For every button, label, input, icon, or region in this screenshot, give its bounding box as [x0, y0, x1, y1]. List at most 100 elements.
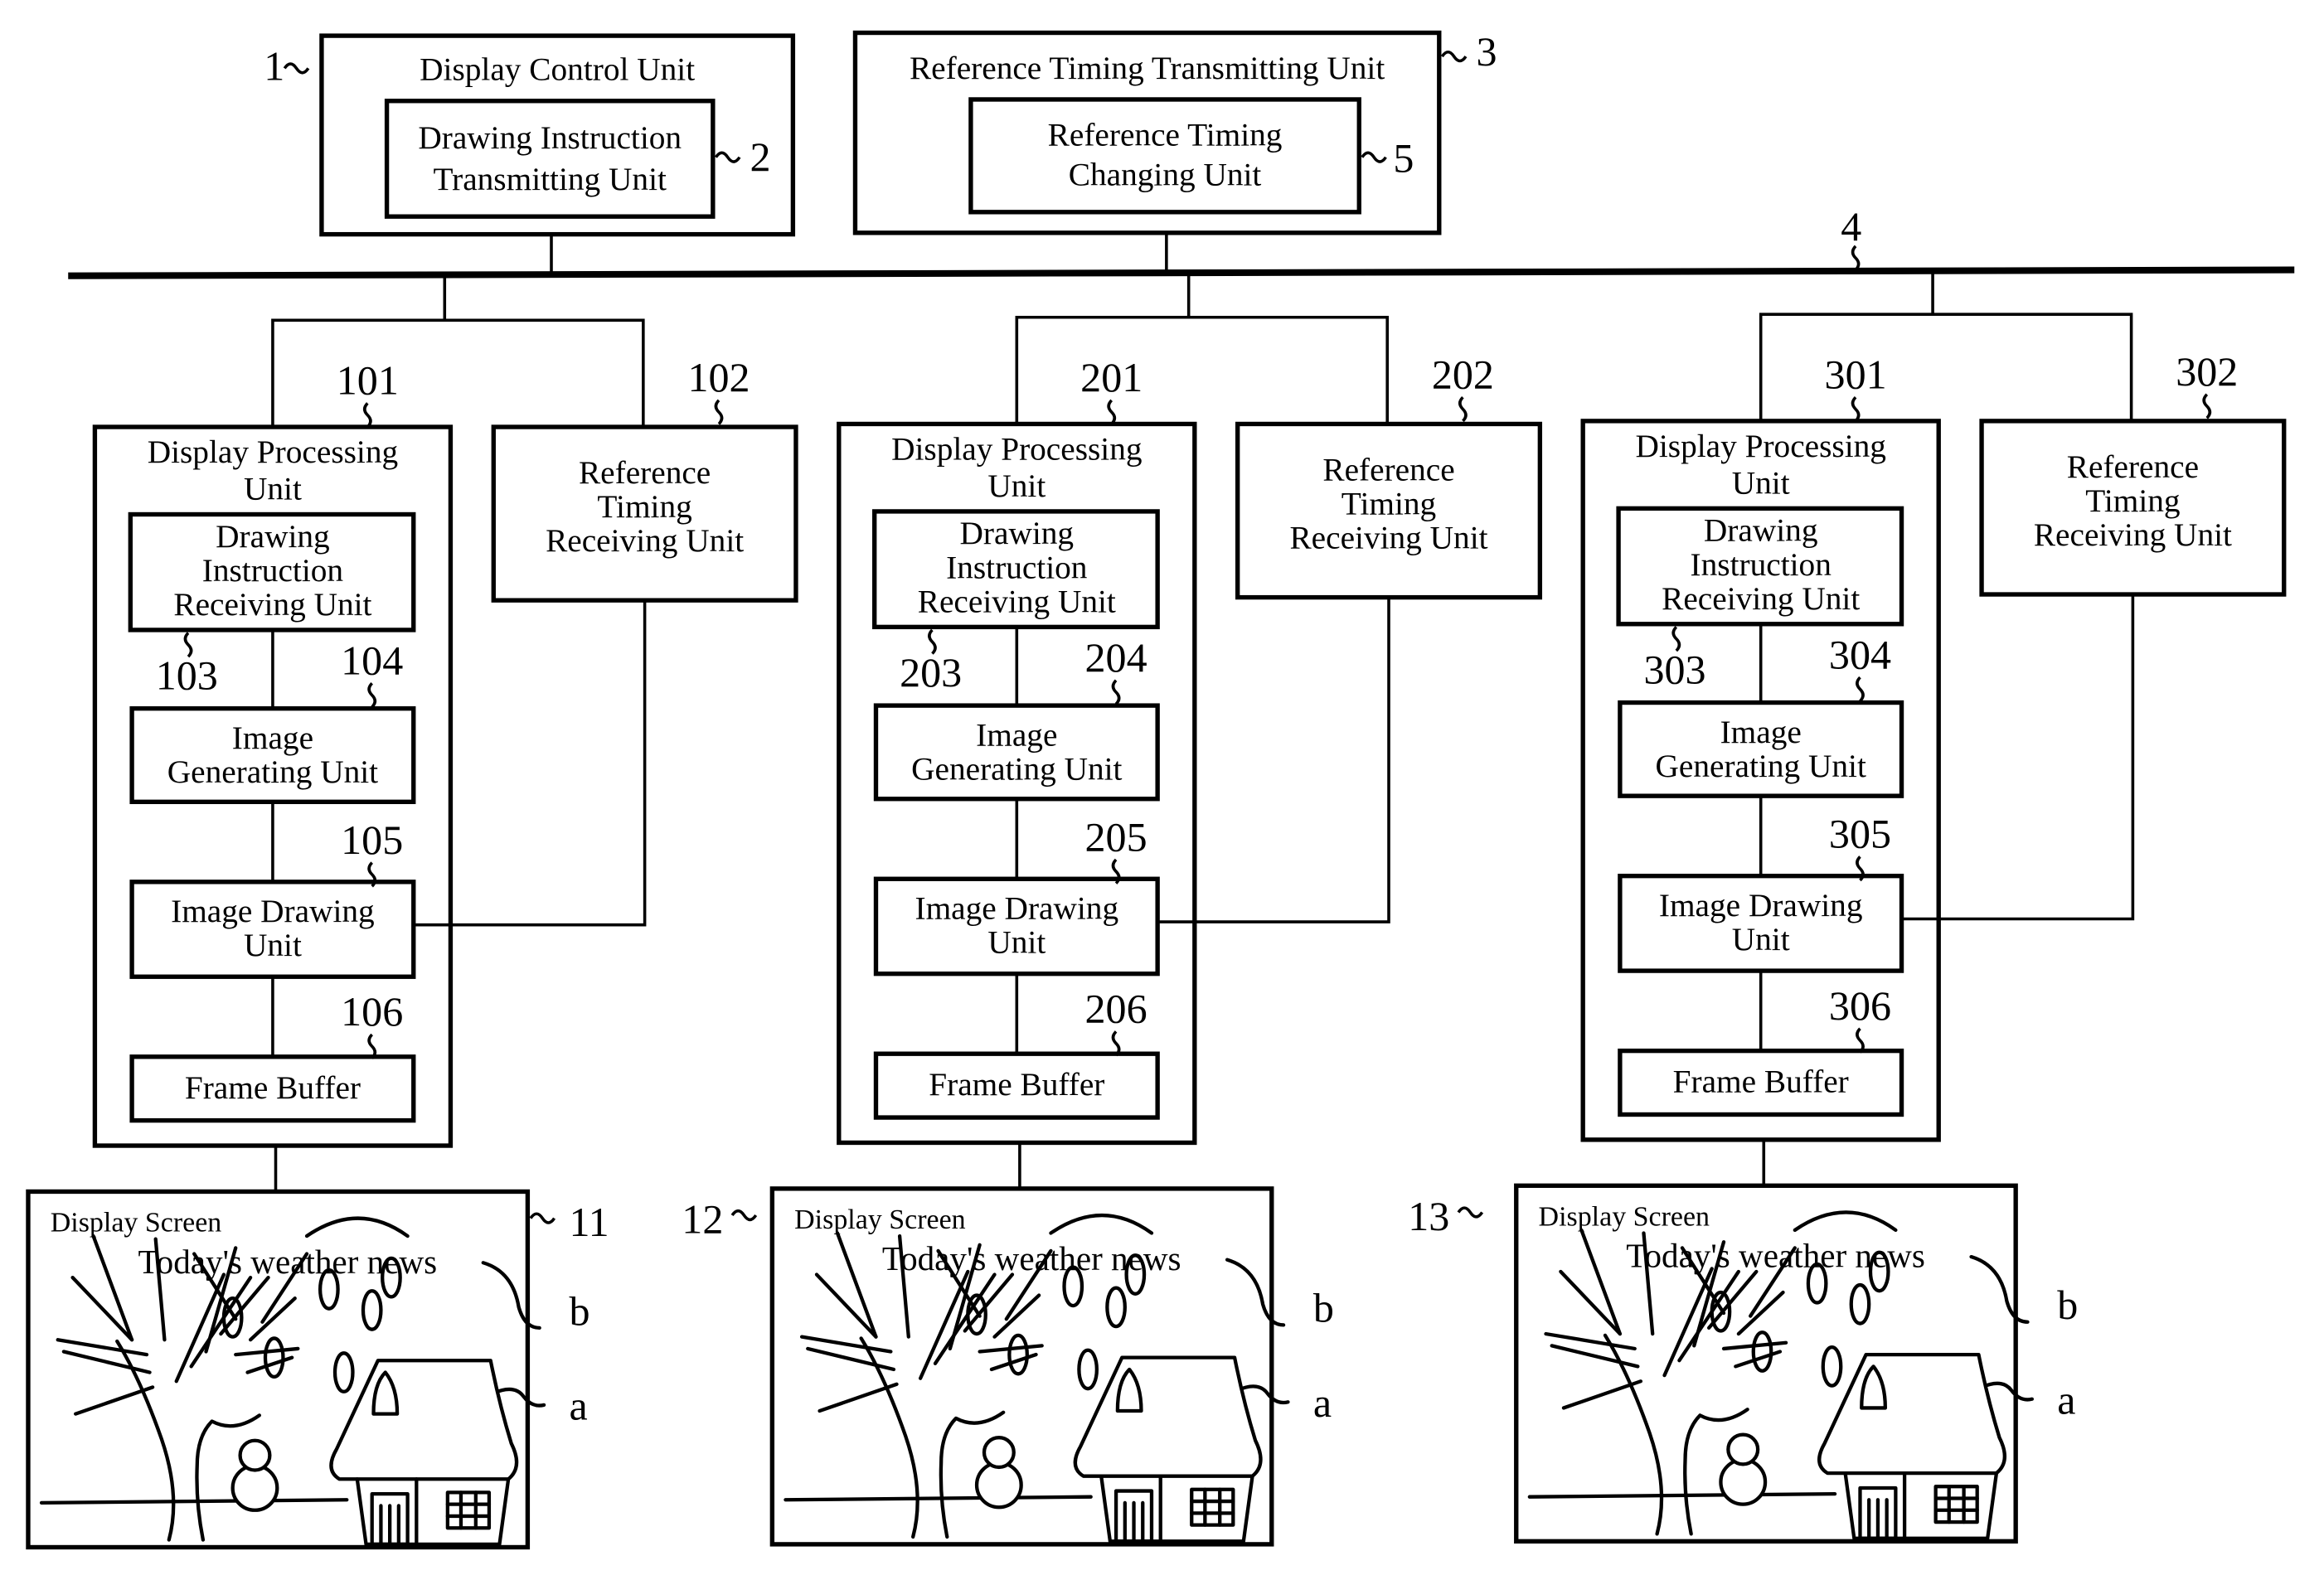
display-screen-title: Display Screen: [51, 1208, 222, 1238]
reference-timing-receiving-unit-label-3: Receiving Unit: [546, 522, 744, 559]
ref-4: 4: [1841, 203, 1861, 250]
branch-connector: [271, 318, 645, 428]
reference-timing-receiving-unit-label-2: Timing: [2085, 482, 2180, 519]
dpu-ref-number: 301: [1825, 351, 1887, 398]
snowman-body: [230, 1464, 279, 1512]
drawing-instruction-receiving-unit-label-3: Receiving Unit: [918, 583, 1116, 619]
rtr-ref-number: 302: [2176, 348, 2238, 395]
dpu-leader: [362, 402, 372, 429]
fb-ref-number: 106: [341, 988, 403, 1035]
drawing-instruction-receiving-unit-label-2: Instruction: [202, 552, 344, 589]
fb-ref-number: 306: [1829, 982, 1891, 1029]
reference-timing-changing-unit-label-1: Reference Timing: [1048, 116, 1283, 153]
rtr-ref-number: 202: [1432, 351, 1494, 398]
system-block-diagram: Display Control Unit 1 Drawing Instructi…: [26, 28, 2295, 1550]
drawing-instruction-receiving-unit-label-1: Drawing: [960, 515, 1075, 551]
label-b: b: [2057, 1282, 2078, 1328]
label-a: a: [569, 1383, 587, 1429]
label-b: b: [1313, 1285, 1334, 1331]
ref-1: 1: [264, 43, 284, 90]
drawing-instruction-receiving-unit-label-2: Instruction: [1691, 546, 1832, 583]
image-generating-unit-label-2: Generating Unit: [911, 750, 1122, 787]
dpu-ref-number: 101: [337, 357, 399, 404]
ref-3: 3: [1476, 28, 1497, 75]
image-drawing-unit-label-2: Unit: [987, 924, 1046, 961]
display-control-unit-label: Display Control Unit: [420, 51, 695, 88]
igu-ref-number: 304: [1829, 631, 1891, 677]
label-a: a: [2057, 1377, 2075, 1423]
ref-2: 2: [750, 133, 771, 180]
display-control-unit: Display Control Unit 1 Drawing Instructi…: [264, 33, 796, 237]
label-b: b: [569, 1287, 589, 1334]
display-processing-unit-label-2: Unit: [1732, 464, 1790, 501]
dpu-leader: [1851, 396, 1861, 423]
dir-ref-number: 303: [1643, 646, 1705, 692]
reference-timing-receiving-unit-label-2: Timing: [1342, 486, 1436, 522]
image-drawing-unit-label-1: Image Drawing: [1659, 887, 1863, 923]
reference-timing-transmitting-unit: Reference Timing Transmitting Unit 3 Ref…: [852, 28, 1497, 235]
network-bus: [68, 266, 2295, 279]
screen-ref-number: 12: [682, 1196, 723, 1243]
drawing-instruction-receiving-unit-label-2: Instruction: [946, 549, 1088, 585]
fb-ref-number: 206: [1085, 986, 1147, 1032]
image-drawing-unit-label-2: Unit: [1732, 921, 1790, 957]
reference-timing-receiving-unit-label-3: Receiving Unit: [2034, 516, 2232, 553]
display-processing-unit-label-2: Unit: [244, 471, 302, 507]
headline-text-b: Today's weather news: [1626, 1237, 1925, 1275]
leader-4: [1851, 245, 1861, 271]
snowman-head: [1726, 1432, 1760, 1466]
drawing-instruction-receiving-unit-label-3: Receiving Unit: [1662, 580, 1860, 617]
headline-text-b: Today's weather news: [882, 1239, 1181, 1277]
branch-connector: [1015, 315, 1390, 424]
display-processing-unit-label-2: Unit: [987, 468, 1046, 504]
frame-buffer-label: Frame Buffer: [185, 1069, 361, 1106]
reference-timing-receiving-unit-label-3: Receiving Unit: [1289, 520, 1487, 556]
column-1: Display ProcessingUnit101ReferenceTiming…: [26, 275, 798, 1550]
ref-5: 5: [1393, 135, 1414, 182]
headline-text-b: Today's weather news: [138, 1243, 437, 1281]
frame-buffer-label: Frame Buffer: [929, 1066, 1104, 1103]
reference-timing-transmitting-unit-label: Reference Timing Transmitting Unit: [910, 50, 1385, 86]
igu-ref-number: 204: [1085, 634, 1147, 681]
idu-ref-number: 305: [1829, 811, 1891, 857]
drawing-instruction-transmitting-unit-box: [384, 99, 716, 219]
idu-ref-number: 105: [341, 817, 403, 863]
image-drawing-unit-label-1: Image Drawing: [171, 893, 375, 929]
drawing-instruction-transmitting-unit-label-2: Transmitting Unit: [433, 161, 667, 197]
snowman-head: [982, 1436, 1016, 1470]
image-generating-unit-label-2: Generating Unit: [1656, 748, 1866, 784]
image-generating-unit-label-1: Image: [976, 716, 1057, 753]
reference-timing-receiving-unit-label-1: Reference: [579, 454, 711, 491]
display-screen-title: Display Screen: [794, 1204, 966, 1235]
idu-ref-number: 205: [1085, 813, 1147, 860]
display-screen-title: Display Screen: [1539, 1202, 1710, 1233]
display-processing-unit-label-1: Display Processing: [148, 434, 398, 470]
reference-timing-receiving-unit-label-1: Reference: [2067, 448, 2199, 485]
image-generating-unit-label-1: Image: [232, 720, 313, 756]
drawing-instruction-transmitting-unit-label-1: Drawing Instruction: [418, 119, 682, 156]
screen-ref-number: 11: [569, 1199, 609, 1245]
display-processing-unit-label-1: Display Processing: [891, 430, 1142, 467]
igu-ref-number: 104: [341, 637, 403, 684]
leader-3: [1440, 51, 1468, 63]
snowman-head: [238, 1438, 272, 1472]
screen-ref-number: 13: [1408, 1193, 1449, 1239]
snowman-body: [1719, 1457, 1768, 1506]
column-2: Display ProcessingUnit201ReferenceTiming…: [682, 273, 1543, 1547]
drawing-instruction-receiving-unit-label-1: Drawing: [1704, 512, 1818, 549]
image-drawing-unit-label-2: Unit: [244, 927, 302, 963]
drawing-instruction-receiving-unit-label-1: Drawing: [216, 518, 330, 555]
screen-leader: [1457, 1206, 1484, 1219]
snowman-body: [974, 1461, 1023, 1510]
dpu-leader: [1107, 399, 1117, 425]
dir-ref-number: 103: [156, 652, 218, 698]
reference-timing-changing-unit-label-2: Changing Unit: [1069, 157, 1262, 193]
dir-ref-number: 203: [900, 649, 962, 695]
reference-timing-receiving-unit-label-2: Timing: [597, 488, 691, 525]
rtr-ref-number: 102: [687, 354, 750, 400]
rtr-leader: [714, 399, 724, 425]
leader-1: [283, 62, 310, 75]
display-processing-unit-label-1: Display Processing: [1635, 428, 1885, 464]
image-drawing-unit-label-1: Image Drawing: [915, 890, 1119, 927]
label-a: a: [1313, 1379, 1332, 1426]
